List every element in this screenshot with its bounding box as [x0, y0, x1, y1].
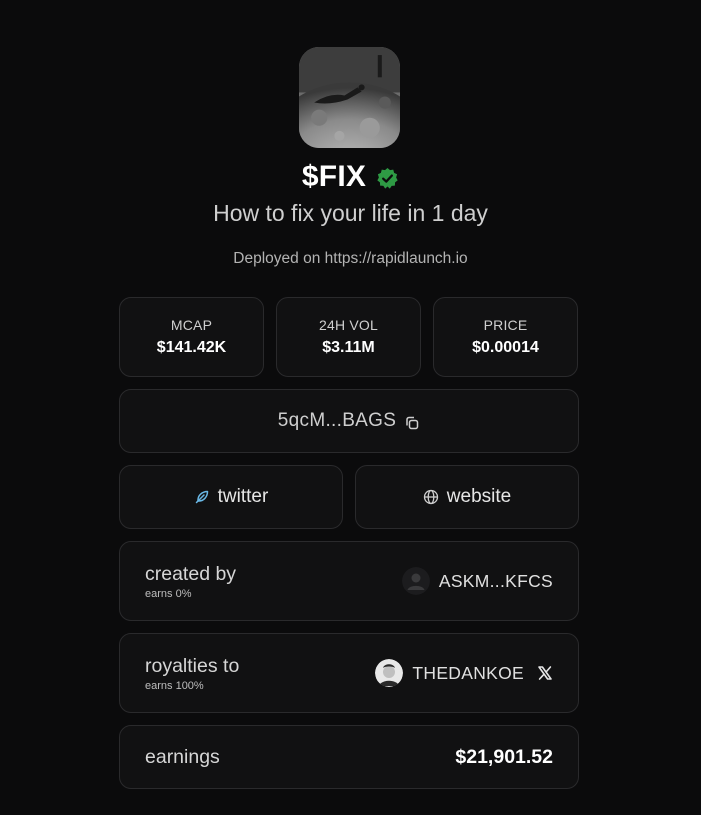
- verified-badge-icon: [376, 167, 399, 190]
- created-by-title: created by: [145, 562, 237, 585]
- stat-value: $0.00014: [472, 339, 539, 356]
- creator-address[interactable]: ASKM...KFCS: [439, 571, 553, 592]
- twitter-link-label: twitter: [217, 486, 269, 507]
- created-by-card: created by earns 0% ASKM...KFCS: [119, 541, 579, 621]
- copy-icon[interactable]: [404, 415, 420, 431]
- earnings-card: earnings $21,901.52: [119, 725, 579, 789]
- contract-address-button[interactable]: 5qcM...BAGS: [119, 389, 579, 453]
- x-logo-icon[interactable]: [537, 665, 553, 681]
- royalties-title: royalties to: [145, 654, 240, 677]
- stat-24h-vol: 24H VOL $3.11M: [276, 297, 421, 377]
- stat-label: MCAP: [170, 317, 213, 333]
- user-avatar: [375, 659, 404, 687]
- token-ticker: $FIX: [301, 160, 367, 193]
- website-link-label: website: [446, 486, 512, 507]
- stat-value: $3.11M: [322, 339, 375, 356]
- royalty-recipient-profile[interactable]: THEDANKOE: [375, 659, 553, 687]
- token-page: $FIX How to fix your life in 1 day Deplo…: [0, 0, 701, 815]
- stat-value: $141.42K: [156, 339, 227, 356]
- royalties-card: royalties to earns 100% THEDANKOE: [119, 633, 579, 713]
- stat-price: PRICE $0.00014: [433, 297, 578, 377]
- earnings-title: earnings: [145, 745, 220, 768]
- stat-label: 24H VOL: [319, 317, 378, 333]
- token-title-row: $FIX: [0, 157, 701, 197]
- contract-address-text: 5qcM...BAGS: [277, 410, 397, 431]
- royalty-recipient-name[interactable]: THEDANKOE: [412, 663, 524, 684]
- royalties-earns: earns 100%: [145, 679, 204, 692]
- website-link-button[interactable]: website: [355, 465, 579, 529]
- royalties-labels: royalties to earns 100%: [145, 655, 239, 692]
- earnings-value: $21,901.52: [455, 745, 553, 768]
- stat-label: PRICE: [483, 317, 528, 333]
- twitter-link-button[interactable]: twitter: [119, 465, 343, 529]
- creator-profile[interactable]: ASKM...KFCS: [401, 567, 553, 595]
- created-by-labels: created by earns 0%: [145, 563, 236, 600]
- feather-icon: [194, 489, 210, 505]
- token-description: How to fix your life in 1 day: [213, 200, 488, 226]
- default-avatar-icon: [401, 567, 430, 595]
- token-image: [299, 47, 400, 148]
- deployed-on-text[interactable]: Deployed on https://rapidlaunch.io: [0, 250, 701, 268]
- created-by-earns: earns 0%: [145, 587, 192, 600]
- stat-mcap: MCAP $141.42K: [119, 297, 264, 377]
- globe-icon: [423, 489, 439, 505]
